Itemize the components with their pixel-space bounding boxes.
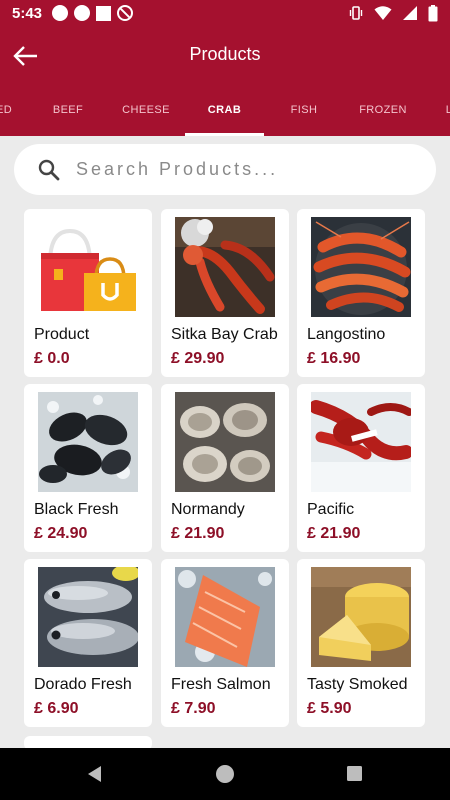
product-name: Normandy xyxy=(171,501,245,518)
product-name: Dorado Fresh xyxy=(34,676,132,693)
product-price: £ 21.90 xyxy=(307,525,361,542)
product-name: Black Fresh xyxy=(34,501,119,518)
category-tabs: ED BEEF CHEESE CRAB FISH FROZEN L xyxy=(0,86,450,136)
cheese-image xyxy=(311,567,411,667)
product-card[interactable]: Langostino £ 16.90 xyxy=(297,209,425,377)
product-name: Langostino xyxy=(307,326,386,343)
salmon-image xyxy=(175,567,275,667)
product-price: £ 5.90 xyxy=(307,700,352,717)
wifi-icon xyxy=(374,6,392,20)
do-not-disturb-icon xyxy=(117,5,134,21)
shopping-bags-icon xyxy=(41,228,136,311)
battery-icon xyxy=(428,4,438,21)
page-title: Products xyxy=(189,44,261,64)
tab-partial-left[interactable]: ED xyxy=(0,86,16,136)
search-bar xyxy=(14,144,436,195)
product-price: £ 16.90 xyxy=(307,350,361,367)
crab-image xyxy=(175,217,275,317)
search-icon xyxy=(38,159,60,180)
product-card[interactable]: Sitka Bay Crab £ 29.90 xyxy=(161,209,289,377)
product-name: Product xyxy=(34,326,90,343)
product-name: Tasty Smoked xyxy=(307,676,408,693)
status-bar: 5:43 xyxy=(0,0,450,26)
lobster-image xyxy=(311,392,411,492)
notification-icon xyxy=(96,5,112,21)
product-price: £ 7.90 xyxy=(171,700,216,717)
product-name: Fresh Salmon xyxy=(171,676,271,693)
langostino-image xyxy=(311,217,411,317)
notification-icon xyxy=(74,5,91,21)
product-card[interactable]: Dorado Fresh £ 6.90 xyxy=(24,559,152,727)
product-price: £ 6.90 xyxy=(34,700,79,717)
product-price: £ 29.90 xyxy=(171,350,225,367)
search-input[interactable] xyxy=(76,159,396,180)
status-time: 5:43 xyxy=(12,4,43,22)
product-name: Sitka Bay Crab xyxy=(171,326,278,343)
product-card[interactable]: Normandy £ 21.90 xyxy=(161,384,289,552)
product-price: £ 0.0 xyxy=(34,350,70,367)
home-nav-icon[interactable] xyxy=(215,764,235,784)
tab-partial-right[interactable]: L xyxy=(442,86,450,136)
notification-icons xyxy=(52,5,134,21)
recents-nav-icon[interactable] xyxy=(346,765,363,782)
vibrate-icon xyxy=(349,6,363,20)
product-price: £ 21.90 xyxy=(171,525,225,542)
signal-icon xyxy=(403,6,417,20)
back-nav-icon[interactable] xyxy=(86,765,104,783)
product-card[interactable]: Tasty Smoked £ 5.90 xyxy=(297,559,425,727)
product-card[interactable]: Product £ 0.0 xyxy=(24,209,152,377)
fish-image xyxy=(38,567,138,667)
system-nav-bar xyxy=(0,748,450,800)
product-card[interactable]: Black Fresh £ 24.90 xyxy=(24,384,152,552)
app-bar: Products xyxy=(0,26,450,86)
product-card[interactable]: Fresh Salmon £ 7.90 xyxy=(161,559,289,727)
oysters-image xyxy=(175,392,275,492)
tab-crab[interactable]: CRAB xyxy=(185,86,264,136)
mussels-image xyxy=(38,392,138,492)
tab-beef[interactable]: BEEF xyxy=(46,86,90,136)
product-name: Pacific xyxy=(307,501,355,518)
tab-frozen[interactable]: FROZEN xyxy=(352,86,414,136)
tab-fish[interactable]: FISH xyxy=(282,86,326,136)
notification-icon xyxy=(52,5,69,21)
product-price: £ 24.90 xyxy=(34,525,88,542)
tab-cheese[interactable]: CHEESE xyxy=(114,86,178,136)
product-card[interactable]: Pacific £ 21.90 xyxy=(297,384,425,552)
